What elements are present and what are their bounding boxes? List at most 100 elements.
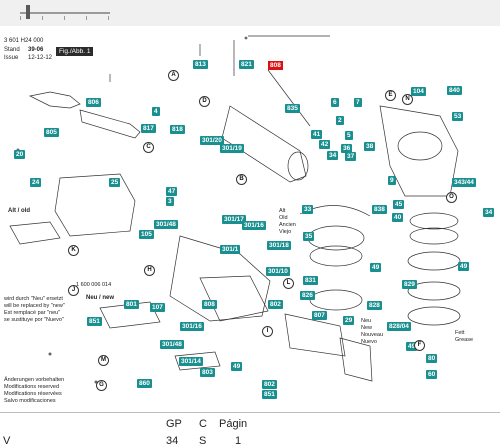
callout-9[interactable]: 9 — [388, 176, 396, 185]
callout-818[interactable]: 818 — [170, 125, 185, 134]
parts-table: GP C Págin V 34 S 1 — [0, 412, 500, 448]
callout-301-48-lower[interactable]: 301/48 — [160, 340, 184, 349]
callout-828-04[interactable]: 828/04 — [387, 322, 411, 331]
fett-label: Fett — [455, 330, 465, 336]
callout-301-18[interactable]: 301/18 — [267, 241, 291, 250]
modifications-note-de: Änderungen vorbehalten — [4, 377, 65, 383]
callout-301-48[interactable]: 301/48 — [154, 220, 178, 229]
marker-o: O — [446, 192, 457, 203]
zoom-slider-tick — [86, 16, 87, 20]
marker-i: I — [262, 326, 273, 337]
callout-34[interactable]: 34 — [327, 151, 339, 160]
callout-835[interactable]: 835 — [285, 104, 300, 113]
callout-49-right[interactable]: 49 — [458, 262, 470, 271]
callout-851[interactable]: 851 — [87, 317, 102, 326]
nuevo-label: Nuevo — [361, 339, 377, 345]
callout-24[interactable]: 24 — [30, 178, 42, 187]
marker-h: H — [144, 265, 155, 276]
replacement-note-de: wird durch "Neu" ersetzt — [4, 296, 63, 302]
zoom-slider-thumb[interactable] — [26, 5, 30, 19]
callout-7[interactable]: 7 — [354, 98, 362, 107]
callout-20[interactable]: 20 — [14, 150, 26, 159]
callout-826[interactable]: 826 — [300, 291, 315, 300]
replacement-note-es: se sustituye por "Nuevo" — [4, 317, 64, 323]
col-header-gp: GP — [166, 418, 182, 430]
callout-107[interactable]: 107 — [150, 303, 165, 312]
nouveau-label: Nouveau — [361, 332, 384, 338]
callout-47[interactable]: 47 — [166, 187, 178, 196]
callout-301-14[interactable]: 301/14 — [179, 357, 203, 366]
callout-860[interactable]: 860 — [137, 379, 152, 388]
modifications-note-fr: Modifications réservées — [4, 391, 62, 397]
callout-6[interactable]: 6 — [331, 98, 339, 107]
zoom-slider-tick — [42, 16, 43, 20]
ancien-label: Ancien — [279, 222, 296, 228]
cell-gp: 34 — [166, 435, 179, 447]
marker-e: E — [385, 90, 396, 101]
callout-802-legend[interactable]: 802 — [262, 380, 277, 389]
callout-2[interactable]: 2 — [336, 116, 344, 125]
marker-k: K — [68, 245, 79, 256]
callout-29[interactable]: 29 — [343, 316, 355, 325]
callout-301-1[interactable]: 301/1 — [220, 245, 241, 254]
callout-817[interactable]: 817 — [141, 124, 156, 133]
callout-851-legend[interactable]: 851 — [262, 390, 277, 399]
callout-53[interactable]: 53 — [452, 112, 464, 121]
callout-301-16-lower[interactable]: 301/16 — [180, 322, 204, 331]
callout-821[interactable]: 821 — [239, 60, 254, 69]
row-fragment: V — [3, 435, 11, 447]
callout-3[interactable]: 3 — [166, 197, 174, 206]
callout-343-44[interactable]: 343/44 — [452, 178, 476, 187]
col-header-pagina: Págin — [219, 418, 248, 430]
callout-806[interactable]: 806 — [86, 98, 101, 107]
callout-34-right[interactable]: 34 — [483, 208, 495, 217]
marker-a: A — [168, 70, 179, 81]
callout-301-16[interactable]: 301/16 — [242, 221, 266, 230]
new-label: New — [361, 325, 373, 331]
callout-802[interactable]: 802 — [268, 300, 283, 309]
callout-807[interactable]: 807 — [312, 311, 327, 320]
callout-40[interactable]: 40 — [392, 213, 404, 222]
callout-42[interactable]: 42 — [319, 140, 331, 149]
callout-838[interactable]: 838 — [372, 205, 387, 214]
viejo-label: Viejo — [279, 229, 292, 235]
callout-4[interactable]: 4 — [152, 107, 160, 116]
callout-105[interactable]: 105 — [139, 230, 154, 239]
callout-49-bottom[interactable]: 49 — [231, 362, 243, 371]
callout-35[interactable]: 35 — [303, 232, 315, 241]
part-code: 1 600 006 014 — [76, 282, 112, 288]
zoom-slider-tick — [64, 16, 65, 20]
callout-33[interactable]: 33 — [302, 205, 314, 214]
callout-80[interactable]: 80 — [426, 354, 438, 363]
callout-25[interactable]: 25 — [109, 178, 121, 187]
diagram-drawing — [9, 35, 461, 384]
callout-831[interactable]: 831 — [303, 276, 318, 285]
callout-301-10[interactable]: 301/10 — [266, 267, 290, 276]
viewer-toolbar — [0, 0, 500, 27]
callout-37[interactable]: 37 — [345, 152, 357, 161]
callout-808-highlighted[interactable]: 808 — [268, 61, 283, 70]
callout-829[interactable]: 829 — [402, 280, 417, 289]
callout-808-lower[interactable]: 808 — [202, 300, 217, 309]
callout-301-19[interactable]: 301/19 — [220, 144, 244, 153]
marker-n: N — [402, 94, 413, 105]
callout-840[interactable]: 840 — [447, 86, 462, 95]
callout-41[interactable]: 41 — [311, 130, 323, 139]
callout-813[interactable]: 813 — [193, 60, 208, 69]
callout-49-mid[interactable]: 49 — [370, 263, 382, 272]
old-label: Old — [279, 215, 288, 221]
callout-104[interactable]: 104 — [411, 87, 426, 96]
zoom-slider-track[interactable] — [20, 12, 110, 14]
callout-60[interactable]: 60 — [426, 370, 438, 379]
alt-old-label: Alt / old — [8, 208, 30, 214]
replacement-note-fr: Est remplacé par "neu" — [4, 310, 61, 316]
marker-c: C — [143, 142, 154, 153]
callout-805[interactable]: 805 — [44, 128, 59, 137]
callout-801[interactable]: 801 — [124, 300, 139, 309]
callout-5[interactable]: 5 — [345, 131, 353, 140]
callout-45[interactable]: 45 — [393, 200, 405, 209]
callout-828[interactable]: 828 — [367, 301, 382, 310]
neu-new-label: Neu / new — [86, 295, 115, 301]
callout-803[interactable]: 803 — [200, 368, 215, 377]
callout-38[interactable]: 38 — [364, 142, 376, 151]
